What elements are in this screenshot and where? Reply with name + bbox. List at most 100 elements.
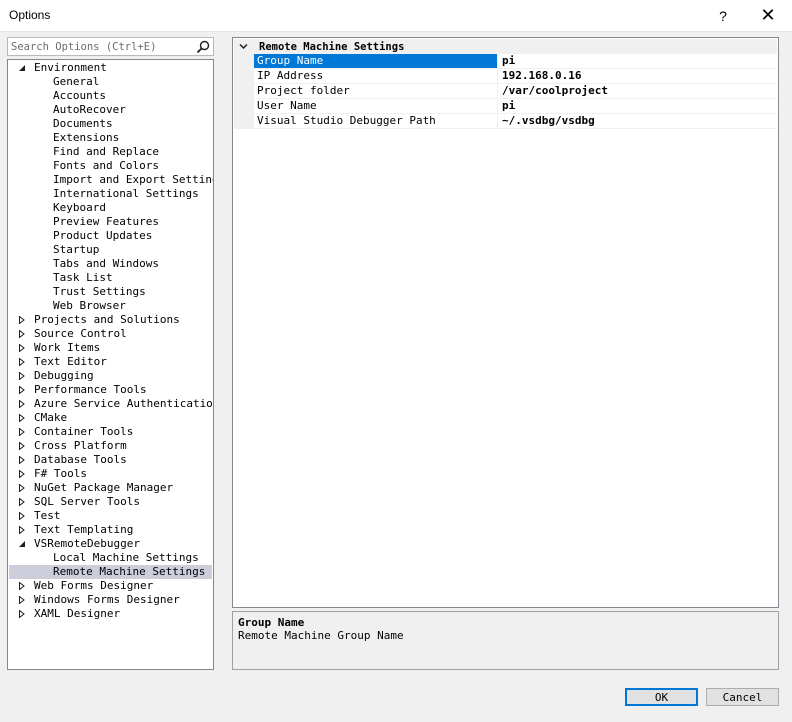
tree-item-label: VSRemoteDebugger [34,537,140,550]
tree-item[interactable]: Environment [9,61,212,75]
tree-item-label: Source Control [34,327,127,340]
property-value[interactable]: ~/.vsdbg/vsdbg [502,114,595,128]
tree-item[interactable]: Performance Tools [9,383,212,397]
property-row[interactable]: IP Address 192.168.0.16 [254,69,777,84]
tree-item[interactable]: XAML Designer [9,607,212,621]
collapsed-triangle-icon[interactable] [18,456,26,464]
collapsed-triangle-icon[interactable] [18,526,26,534]
tree-item[interactable]: Web Forms Designer [9,579,212,593]
tree-item[interactable]: Work Items [9,341,212,355]
search-box[interactable] [7,37,214,56]
expanded-triangle-icon[interactable] [18,64,26,72]
ok-button[interactable]: OK [625,688,698,706]
tree-item[interactable]: Accounts [9,89,212,103]
tree-item[interactable]: Web Browser [9,299,212,313]
tree-item[interactable]: Preview Features [9,215,212,229]
tree-item[interactable]: Local Machine Settings [9,551,212,565]
tree-item-label: Cross Platform [34,439,127,452]
help-button[interactable]: ? [700,0,746,31]
tree-item[interactable]: Remote Machine Settings [9,565,212,579]
tree-item-label: Local Machine Settings [53,551,199,564]
tree-item[interactable]: Tabs and Windows [9,257,212,271]
property-value[interactable]: 192.168.0.16 [502,69,581,83]
tree-item[interactable]: Trust Settings [9,285,212,299]
column-divider[interactable] [497,69,498,84]
tree-item-label: Trust Settings [53,285,146,298]
collapsed-triangle-icon[interactable] [18,610,26,618]
search-input[interactable] [11,39,191,54]
collapsed-triangle-icon[interactable] [18,386,26,394]
property-value[interactable]: pi [502,99,515,113]
column-divider[interactable] [497,114,498,129]
collapsed-triangle-icon[interactable] [18,428,26,436]
tree-item[interactable]: Fonts and Colors [9,159,212,173]
collapsed-triangle-icon[interactable] [18,442,26,450]
property-value[interactable]: pi [502,54,515,68]
tree-item-label: Database Tools [34,453,127,466]
tree-item[interactable]: Startup [9,243,212,257]
property-row[interactable]: Group Name pi [254,54,777,69]
collapsed-triangle-icon[interactable] [18,484,26,492]
collapsed-triangle-icon[interactable] [18,596,26,604]
collapsed-triangle-icon[interactable] [18,358,26,366]
tree-item[interactable]: Keyboard [9,201,212,215]
property-value[interactable]: /var/coolproject [502,84,608,98]
tree-item[interactable]: SQL Server Tools [9,495,212,509]
search-icon[interactable] [195,39,211,55]
options-tree[interactable]: Environment General Accounts AutoRecover Doc… [7,59,214,670]
property-name[interactable]: Visual Studio Debugger Path [254,114,497,128]
property-row[interactable]: Visual Studio Debugger Path ~/.vsdbg/vsdb… [254,114,777,129]
tree-item[interactable]: Source Control [9,327,212,341]
tree-item[interactable]: Task List [9,271,212,285]
tree-item[interactable]: International Settings [9,187,212,201]
property-name[interactable]: Project folder [254,84,497,98]
column-divider[interactable] [497,99,498,114]
tree-item[interactable]: Extensions [9,131,212,145]
collapsed-triangle-icon[interactable] [18,330,26,338]
tree-item[interactable]: CMake [9,411,212,425]
property-name[interactable]: User Name [254,99,497,113]
tree-item-label: Fonts and Colors [53,159,159,172]
tree-item[interactable]: Debugging [9,369,212,383]
chevron-down-icon[interactable] [239,42,248,51]
expanded-triangle-icon[interactable] [18,540,26,548]
collapsed-triangle-icon[interactable] [18,400,26,408]
collapsed-triangle-icon[interactable] [18,512,26,520]
tree-item[interactable]: Azure Service Authentication [9,397,213,411]
tree-item[interactable]: Cross Platform [9,439,212,453]
category-header[interactable]: Remote Machine Settings [234,39,777,54]
property-name[interactable]: Group Name [254,54,497,68]
tree-item[interactable]: Windows Forms Designer [9,593,212,607]
tree-item[interactable]: Documents [9,117,212,131]
column-divider[interactable] [497,84,498,99]
column-divider[interactable] [497,54,498,69]
tree-item[interactable]: Import and Export Settings [9,173,214,187]
close-button[interactable]: ✕ [745,0,791,31]
tree-item[interactable]: F# Tools [9,467,212,481]
tree-item[interactable]: AutoRecover [9,103,212,117]
tree-item-label: Startup [53,243,100,256]
tree-item[interactable]: General [9,75,212,89]
tree-item[interactable]: VSRemoteDebugger [9,537,212,551]
collapsed-triangle-icon[interactable] [18,372,26,380]
collapsed-triangle-icon[interactable] [18,316,26,324]
tree-item[interactable]: Text Templating [9,523,212,537]
tree-item[interactable]: Test [9,509,212,523]
tree-item[interactable]: Product Updates [9,229,212,243]
collapsed-triangle-icon[interactable] [18,498,26,506]
tree-item-label: Import and Export Settings [53,173,214,186]
cancel-button[interactable]: Cancel [706,688,779,706]
tree-item[interactable]: Projects and Solutions [9,313,212,327]
collapsed-triangle-icon[interactable] [18,582,26,590]
property-row[interactable]: Project folder/var/coolproject [254,84,777,99]
collapsed-triangle-icon[interactable] [18,344,26,352]
tree-item[interactable]: Database Tools [9,453,212,467]
collapsed-triangle-icon[interactable] [18,470,26,478]
property-name[interactable]: IP Address [254,69,497,83]
collapsed-triangle-icon[interactable] [18,414,26,422]
tree-item[interactable]: Text Editor [9,355,212,369]
property-row[interactable]: User Name pi [254,99,777,114]
tree-item[interactable]: Container Tools [9,425,212,439]
tree-item[interactable]: NuGet Package Manager [9,481,212,495]
tree-item[interactable]: Find and Replace [9,145,212,159]
